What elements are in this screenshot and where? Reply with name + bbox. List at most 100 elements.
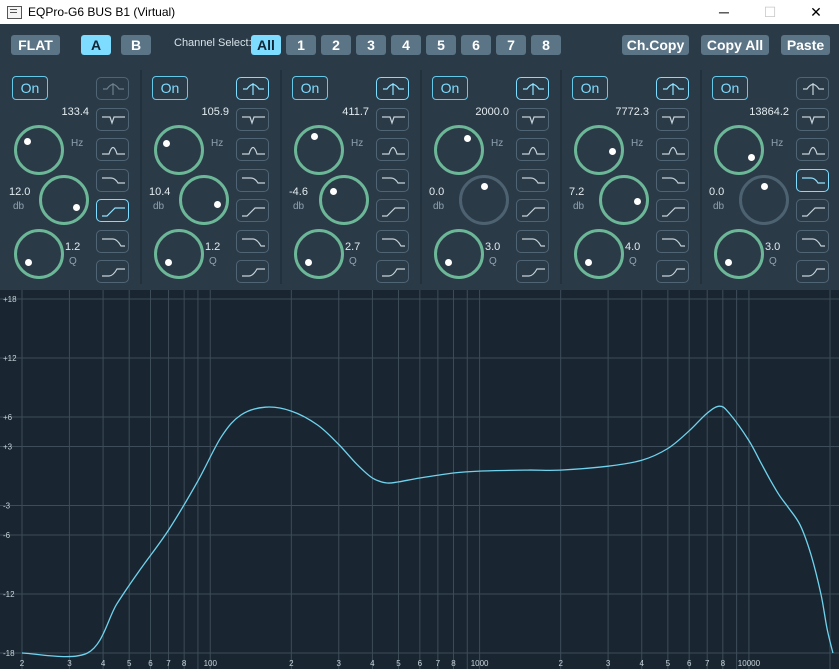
filter-type-button[interactable] <box>796 260 829 283</box>
channel-button-7[interactable]: 7 <box>496 35 526 55</box>
filter-type-button[interactable] <box>656 138 689 161</box>
gain-knob[interactable] <box>459 175 509 225</box>
filter-type-button[interactable] <box>516 199 549 222</box>
filter-type-button[interactable] <box>376 229 409 253</box>
filter-type-button[interactable] <box>516 138 549 161</box>
freq-knob[interactable] <box>574 125 624 175</box>
filter-type-button[interactable] <box>796 107 829 131</box>
high-shelf-icon <box>382 176 405 184</box>
filter-type-button[interactable] <box>96 260 129 283</box>
filter-type-button[interactable] <box>96 168 129 192</box>
band-separator <box>560 70 562 284</box>
peak-icon <box>103 83 124 95</box>
band-freq-value: 2000.0 <box>475 106 509 118</box>
notch-icon <box>802 115 825 125</box>
channel-button-3[interactable]: 3 <box>356 35 386 55</box>
filter-type-button[interactable] <box>516 107 549 131</box>
close-button[interactable]: ✕ <box>793 0 839 24</box>
band-on-button[interactable]: On <box>152 76 188 100</box>
gain-knob[interactable] <box>39 175 89 225</box>
filter-type-button[interactable] <box>656 77 689 100</box>
filter-type-button[interactable] <box>376 260 409 283</box>
q-knob[interactable] <box>294 229 344 279</box>
freq-knob[interactable] <box>154 125 204 175</box>
filter-type-button[interactable] <box>516 168 549 192</box>
filter-type-button[interactable] <box>376 77 409 100</box>
maximize-button[interactable]: ☐ <box>747 0 793 24</box>
filter-type-button[interactable] <box>796 199 829 222</box>
q-knob[interactable] <box>574 229 624 279</box>
gain-knob[interactable] <box>739 175 789 225</box>
band-on-button[interactable]: On <box>572 76 608 100</box>
low-cut-icon <box>662 268 685 277</box>
channel-button-6[interactable]: 6 <box>461 35 491 55</box>
freq-knob[interactable] <box>714 125 764 175</box>
freq-knob[interactable] <box>14 125 64 175</box>
filter-type-button[interactable] <box>656 199 689 222</box>
ch-copy-button[interactable]: Ch.Copy <box>622 35 689 55</box>
eq-response-graph[interactable]: +18 +12 +6 +3 -3 -6 -12 -18 2 3 4 5 6 7 8 100 2 3 4 5 6 7 8 100… <box>0 290 839 669</box>
filter-type-button[interactable] <box>236 138 269 161</box>
filter-type-button[interactable] <box>236 107 269 131</box>
gain-knob[interactable] <box>319 175 369 225</box>
band-q-value: 2.7 <box>345 241 361 253</box>
q-knob[interactable] <box>154 229 204 279</box>
q-knob[interactable] <box>14 229 64 279</box>
band-on-button[interactable]: On <box>712 76 748 100</box>
minimize-button[interactable]: ─ <box>701 0 747 24</box>
band-on-button[interactable]: On <box>292 76 328 100</box>
band-on-button[interactable]: On <box>12 76 48 100</box>
q-knob[interactable] <box>434 229 484 279</box>
filter-type-button[interactable] <box>516 77 549 100</box>
preset-b-button[interactable]: B <box>121 35 151 55</box>
filter-type-button[interactable] <box>236 168 269 192</box>
freq-knob[interactable] <box>434 125 484 175</box>
filter-type-button[interactable] <box>796 168 829 192</box>
x-axis-label: 5 <box>396 659 401 668</box>
band-on-button[interactable]: On <box>432 76 468 100</box>
channel-button-2[interactable]: 2 <box>321 35 351 55</box>
filter-type-button[interactable] <box>376 107 409 131</box>
preset-a-button[interactable]: A <box>81 35 111 55</box>
knob-indicator <box>634 197 642 205</box>
filter-type-button[interactable] <box>96 229 129 253</box>
q-knob[interactable] <box>714 229 764 279</box>
gain-knob[interactable] <box>599 175 649 225</box>
filter-type-button[interactable] <box>236 260 269 283</box>
filter-type-button[interactable] <box>516 260 549 283</box>
filter-type-button[interactable] <box>376 199 409 222</box>
filter-type-button[interactable] <box>376 138 409 161</box>
channel-button-1[interactable]: 1 <box>286 35 316 55</box>
filter-type-button[interactable] <box>96 138 129 161</box>
filter-type-button[interactable] <box>376 168 409 192</box>
channel-button-all[interactable]: All <box>251 35 281 55</box>
channel-button-5[interactable]: 5 <box>426 35 456 55</box>
band-gain-unit: db <box>293 201 305 212</box>
paste-button[interactable]: Paste <box>781 35 830 55</box>
filter-type-button[interactable] <box>516 229 549 253</box>
filter-type-button[interactable] <box>96 77 129 100</box>
band-strip: On 133.4 Hz 12.0 db 1.2 Q On 105.9 Hz 10.4 db 1.2 Q On… <box>0 64 839 290</box>
filter-type-button[interactable] <box>796 77 829 100</box>
filter-type-button[interactable] <box>236 77 269 100</box>
filter-type-button[interactable] <box>796 229 829 253</box>
filter-type-button[interactable] <box>796 138 829 161</box>
high-cut-icon <box>242 237 265 247</box>
copy-all-button[interactable]: Copy All <box>701 35 769 55</box>
filter-type-button[interactable] <box>656 107 689 131</box>
filter-type-button[interactable] <box>656 229 689 253</box>
gain-knob[interactable] <box>179 175 229 225</box>
peak-icon <box>243 83 264 95</box>
filter-type-button[interactable] <box>656 168 689 192</box>
channel-button-4[interactable]: 4 <box>391 35 421 55</box>
filter-type-button[interactable] <box>96 199 129 222</box>
filter-type-button[interactable] <box>96 107 129 131</box>
filter-type-button[interactable] <box>236 229 269 253</box>
y-axis-label: -3 <box>3 502 11 511</box>
channel-button-8[interactable]: 8 <box>531 35 561 55</box>
filter-type-button[interactable] <box>656 260 689 283</box>
filter-type-button[interactable] <box>236 199 269 222</box>
freq-knob[interactable] <box>294 125 344 175</box>
notch-icon <box>102 115 125 125</box>
flat-button[interactable]: FLAT <box>11 35 60 55</box>
